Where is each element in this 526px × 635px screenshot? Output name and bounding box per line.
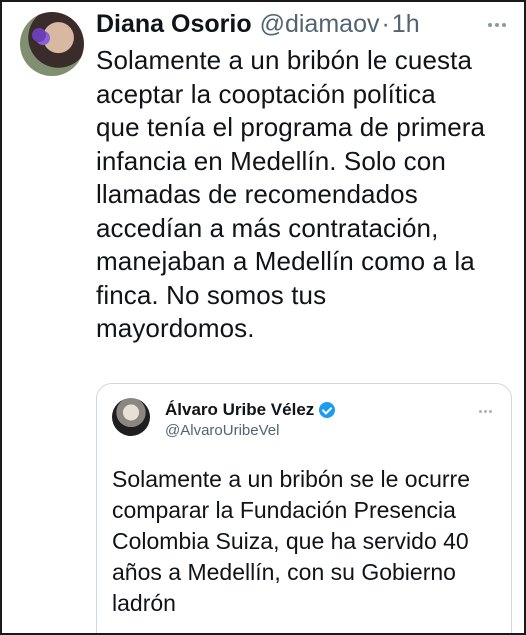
more-options-icon[interactable] xyxy=(488,14,510,27)
header-separator: · xyxy=(381,10,390,38)
author-name[interactable]: Diana Osorio xyxy=(96,10,252,38)
quoted-more-options-icon[interactable] xyxy=(479,400,494,418)
quoted-author-handle[interactable]: @AlvaroUribeVel xyxy=(165,422,279,439)
quoted-tweet-text: Solamente a un bribón se le ocurre compa… xyxy=(112,466,470,616)
author-avatar[interactable] xyxy=(20,12,84,76)
tweet-timestamp[interactable]: 1h xyxy=(392,10,420,38)
verified-badge-icon xyxy=(319,402,336,418)
flower-icon xyxy=(32,28,46,42)
quoted-author-name[interactable]: Álvaro Uribe Vélez xyxy=(165,400,314,420)
tweet-card[interactable]: Diana Osorio @diamaov · 1h Solamente a u… xyxy=(0,0,526,635)
quoted-author-row: Álvaro Uribe Vélez xyxy=(165,400,336,420)
quoted-tweet[interactable]: Álvaro Uribe Vélez @AlvaroUribeVel Solam… xyxy=(96,383,512,633)
tweet-header: Diana Osorio @diamaov · 1h xyxy=(96,10,420,38)
tweet-text: Solamente a un bribón le cuesta aceptar … xyxy=(96,45,486,343)
quoted-author-avatar[interactable] xyxy=(112,398,150,436)
author-handle[interactable]: @diamaov xyxy=(260,10,380,38)
